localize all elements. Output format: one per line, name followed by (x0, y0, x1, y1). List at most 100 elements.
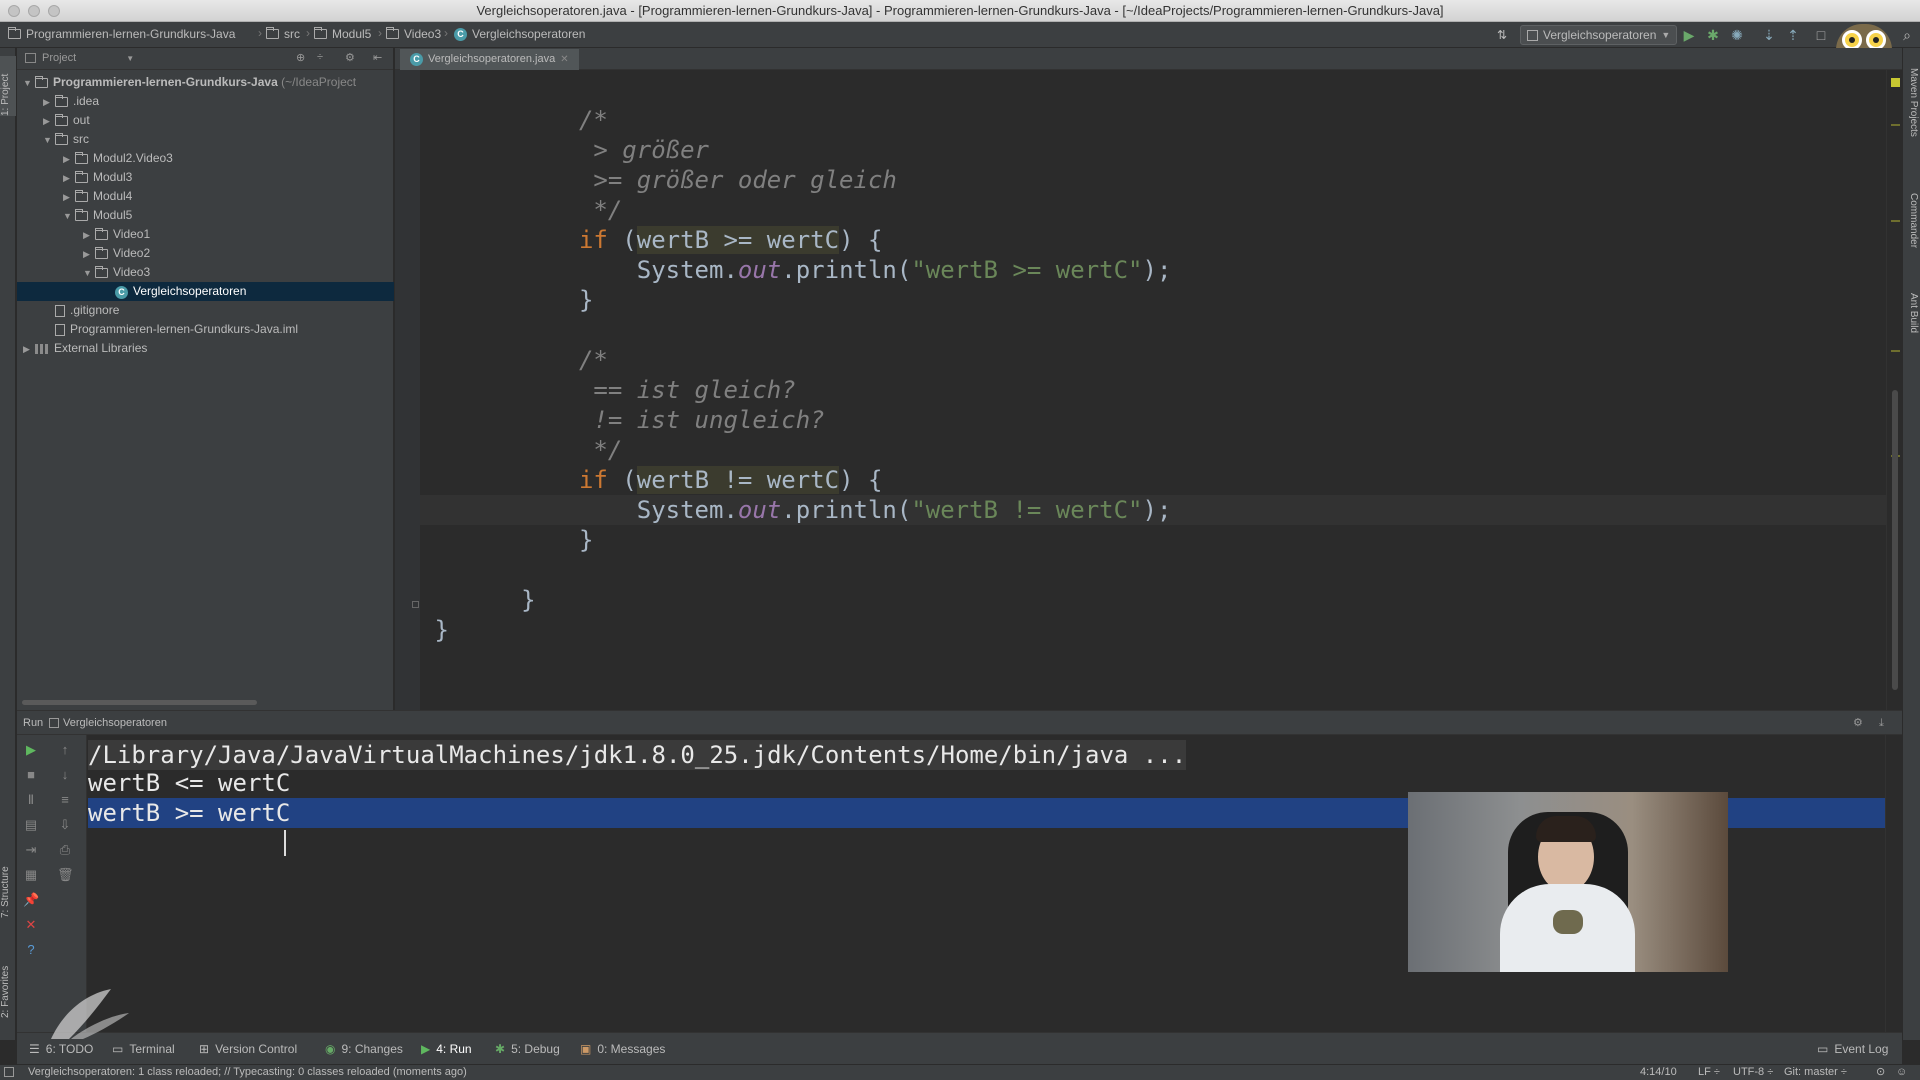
collapse-all-icon[interactable]: ÷ (317, 51, 323, 63)
exit-icon[interactable]: ⇥ (23, 842, 39, 858)
vcs-commit-icon[interactable]: ⇣ (1760, 26, 1778, 44)
sidebar-tab-maven[interactable]: Maven Projects (1905, 68, 1919, 178)
code-editor[interactable]: /* > größer >= größer oder gleich */ if … (420, 70, 1886, 710)
collapsed-arrow-icon[interactable]: ▶ (83, 226, 95, 245)
tool-window-debug[interactable]: ✱ 5: Debug (495, 1042, 560, 1056)
search-icon[interactable]: ⌕ (1898, 26, 1916, 44)
scroll-up-icon[interactable]: ↑ (57, 742, 73, 758)
editor-scrollbar[interactable] (1886, 70, 1902, 710)
breadcrumb-src[interactable]: src (266, 27, 300, 41)
gear-icon[interactable]: ⚙ (345, 51, 355, 64)
print-icon[interactable]: ⎙ (57, 842, 73, 858)
soft-wrap-icon[interactable]: ≡ (57, 792, 73, 808)
tree-item[interactable]: ▶ Modul3 (17, 168, 394, 187)
tree-item[interactable]: .gitignore (17, 301, 394, 320)
console-scrollbar[interactable] (1885, 735, 1902, 1032)
error-stripe-mark[interactable] (1891, 220, 1900, 222)
settings-icon[interactable]: ⚙ (1853, 711, 1863, 735)
collapsed-arrow-icon[interactable]: ▶ (63, 188, 75, 207)
zoom-window-button[interactable] (48, 5, 60, 17)
minimize-window-button[interactable] (28, 5, 40, 17)
tab-vergleichsoperatoren[interactable]: C Vergleichsoperatoren.java ✕ (400, 49, 579, 70)
run-icon[interactable]: ▶ (1680, 26, 1698, 44)
caret-position[interactable]: 4:14/10 (1640, 1065, 1677, 1080)
stop-icon[interactable]: ■ (23, 767, 39, 783)
fold-icon[interactable] (412, 601, 419, 608)
error-stripe-mark[interactable] (1891, 124, 1900, 126)
inspector-icon[interactable]: ☺ (1896, 1065, 1907, 1080)
scroll-to-end-icon[interactable]: ⇩ (57, 817, 73, 833)
tree-item[interactable]: ▼ Modul5 (17, 206, 394, 225)
collapsed-arrow-icon[interactable]: ▶ (63, 169, 75, 188)
layout-icon[interactable]: ▦ (23, 867, 39, 883)
collapsed-arrow-icon[interactable]: ▶ (23, 340, 35, 359)
git-branch[interactable]: Git: master ÷ (1784, 1065, 1847, 1080)
tree-item-class[interactable]: C Vergleichsoperatoren (17, 282, 394, 301)
help-icon[interactable]: ? (23, 942, 39, 958)
project-view-select[interactable]: Project ▼ (25, 52, 134, 64)
editor-scroll-thumb[interactable] (1892, 390, 1898, 690)
sidebar-tab-structure[interactable]: 7: Structure (0, 838, 16, 918)
expanded-arrow-icon[interactable]: ▼ (63, 207, 75, 226)
breadcrumb-project[interactable]: Programmieren-lernen-Grundkurs-Java (8, 27, 235, 41)
dump-threads-icon[interactable]: ▤ (23, 817, 39, 833)
close-window-button[interactable] (8, 5, 20, 17)
line-separator[interactable]: LF ÷ (1698, 1065, 1720, 1080)
expanded-arrow-icon[interactable]: ▼ (23, 74, 35, 93)
pin-icon[interactable]: 📌 (23, 892, 39, 908)
tool-window-terminal[interactable]: ▭ Terminal (112, 1042, 175, 1056)
breadcrumb-modul5[interactable]: Modul5 (314, 27, 371, 41)
status-message[interactable]: Vergleichsoperatoren: 1 class reloaded; … (28, 1065, 467, 1080)
vcs-push-icon[interactable]: ⇡ (1784, 26, 1802, 44)
tool-window-event-log[interactable]: ▭ Event Log (1817, 1042, 1888, 1056)
tree-item[interactable]: ▶ External Libraries (17, 339, 394, 358)
tree-item[interactable]: Programmieren-lernen-Grundkurs-Java.iml (17, 320, 394, 339)
collapsed-arrow-icon[interactable]: ▶ (43, 112, 55, 131)
sidebar-tab-commander[interactable]: Commander (1905, 193, 1919, 273)
expanded-arrow-icon[interactable]: ▼ (83, 264, 95, 283)
collapsed-arrow-icon[interactable]: ▶ (63, 150, 75, 169)
file-encoding[interactable]: UTF-8 ÷ (1733, 1065, 1773, 1080)
run-config-select[interactable]: Vergleichsoperatoren ▼ (1520, 25, 1678, 45)
tree-item[interactable]: ▼ Video3 (17, 263, 394, 282)
tool-window-version-control[interactable]: ⊞ Version Control (199, 1042, 297, 1056)
tree-item[interactable]: ▶ .idea (17, 92, 394, 111)
tool-window-todo[interactable]: ☰ 6: TODO (29, 1042, 93, 1056)
tree-item[interactable]: ▶ Modul4 (17, 187, 394, 206)
breadcrumb-video3[interactable]: Video3 (386, 27, 441, 41)
sidebar-tab-favorites[interactable]: 2: Favorites (0, 948, 16, 1018)
coverage-icon[interactable]: ✺ (1728, 26, 1746, 44)
vcs-update-icon[interactable]: ⇅ (1493, 26, 1511, 44)
tree-item[interactable]: ▼ Programmieren-lernen-Grundkurs-Java (~/… (17, 73, 394, 92)
collapsed-arrow-icon[interactable]: ▶ (43, 93, 55, 112)
tree-item[interactable]: ▼ src (17, 130, 394, 149)
hide-panel-icon[interactable]: ⇤ (373, 51, 382, 64)
breadcrumb-class[interactable]: C Vergleichsoperatoren (454, 27, 585, 41)
scroll-down-icon[interactable]: ↓ (57, 767, 73, 783)
project-scrollbar[interactable] (22, 700, 257, 705)
lock-icon[interactable]: ⊙ (1876, 1065, 1885, 1080)
error-stripe-mark[interactable] (1891, 350, 1900, 352)
pause-icon[interactable]: Ⅱ (23, 792, 39, 808)
tree-item[interactable]: ▶ out (17, 111, 394, 130)
collapsed-arrow-icon[interactable]: ▶ (83, 245, 95, 264)
tool-window-run[interactable]: ▶ 4: Run (421, 1042, 472, 1056)
close-tab-icon[interactable]: ✕ (560, 49, 568, 70)
tool-window-messages[interactable]: ▣ 0: Messages (580, 1042, 665, 1056)
run-tab[interactable]: Vergleichsoperatoren (49, 711, 167, 735)
clear-all-icon[interactable]: 🗑 (57, 867, 74, 883)
tree-item[interactable]: ▶ Video2 (17, 244, 394, 263)
sidebar-tab-ant-build[interactable]: Ant Build (1905, 293, 1919, 358)
tool-window-changes[interactable]: ◉ 9: Changes (325, 1042, 403, 1056)
tree-item[interactable]: ▶ Modul2.Video3 (17, 149, 394, 168)
sdk-icon[interactable]: □ (1812, 26, 1830, 44)
rerun-icon[interactable]: ▶ (23, 742, 39, 758)
tree-item[interactable]: ▶ Video1 (17, 225, 394, 244)
scroll-from-source-icon[interactable]: ⊕ (296, 51, 305, 64)
close-icon[interactable]: ✕ (23, 917, 39, 933)
sidebar-tab-project[interactable]: 1: Project (0, 56, 16, 116)
debug-icon[interactable]: ✱ (1704, 26, 1722, 44)
expanded-arrow-icon[interactable]: ▼ (43, 131, 55, 150)
status-toggle-icon[interactable] (4, 1067, 14, 1077)
hide-panel-icon[interactable]: ⤓ (1879, 711, 1884, 735)
